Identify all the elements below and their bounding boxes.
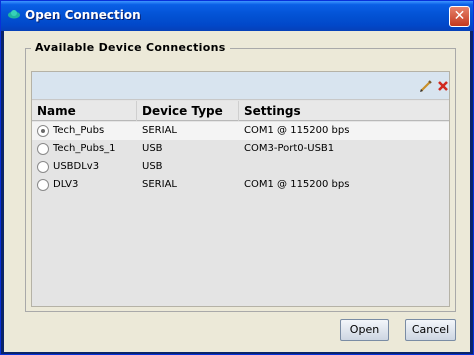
device-type: SERIAL [142, 179, 177, 190]
open-button[interactable]: Open [340, 319, 389, 341]
table-row[interactable]: DLV3 SERIAL COM1 @ 115200 bps [32, 176, 449, 194]
device-type: USB [142, 143, 163, 154]
dialog-title: Open Connection [25, 8, 141, 22]
connection-name: Tech_Pubs [53, 125, 105, 136]
red-x-delete-icon[interactable] [436, 79, 450, 93]
column-header-name[interactable]: Name [32, 101, 137, 121]
table-row[interactable]: USBDLv3 USB [32, 158, 449, 176]
column-header-settings[interactable]: Settings [239, 101, 449, 121]
title-bar[interactable]: Open Connection ✕ [1, 1, 473, 31]
table-row[interactable]: Tech_Pubs_1 USB COM3-Port0-USB1 [32, 140, 449, 158]
connection-settings: COM1 @ 115200 bps [244, 125, 350, 136]
connections-toolbar [32, 72, 449, 100]
connection-radio[interactable] [37, 143, 49, 155]
connection-radio[interactable] [37, 179, 49, 191]
dialog-body: Available Device Connections Name Device… [4, 31, 470, 352]
device-type: SERIAL [142, 125, 177, 136]
open-connection-dialog: Open Connection ✕ Available Device Conne… [0, 0, 474, 355]
connection-radio[interactable] [37, 125, 49, 137]
device-connection-icon [8, 10, 20, 19]
connection-radio[interactable] [37, 161, 49, 173]
table-row[interactable]: Tech_Pubs SERIAL COM1 @ 115200 bps [32, 122, 449, 140]
group-legend: Available Device Connections [31, 41, 230, 54]
close-button[interactable]: ✕ [449, 6, 470, 27]
table-header: Name Device Type Settings [32, 101, 449, 121]
connection-settings: COM3-Port0-USB1 [244, 143, 335, 154]
connection-settings: COM1 @ 115200 bps [244, 179, 350, 190]
connection-name: Tech_Pubs_1 [53, 143, 116, 154]
available-connections-group: Available Device Connections Name Device… [25, 41, 456, 312]
cancel-button[interactable]: Cancel [405, 319, 456, 341]
connection-name: DLV3 [53, 179, 79, 190]
device-type: USB [142, 161, 163, 172]
connection-name: USBDLv3 [53, 161, 100, 172]
pencil-icon[interactable] [419, 79, 433, 93]
column-header-device-type[interactable]: Device Type [137, 101, 239, 121]
connections-panel: Name Device Type Settings Tech_Pubs SERI… [31, 71, 450, 307]
